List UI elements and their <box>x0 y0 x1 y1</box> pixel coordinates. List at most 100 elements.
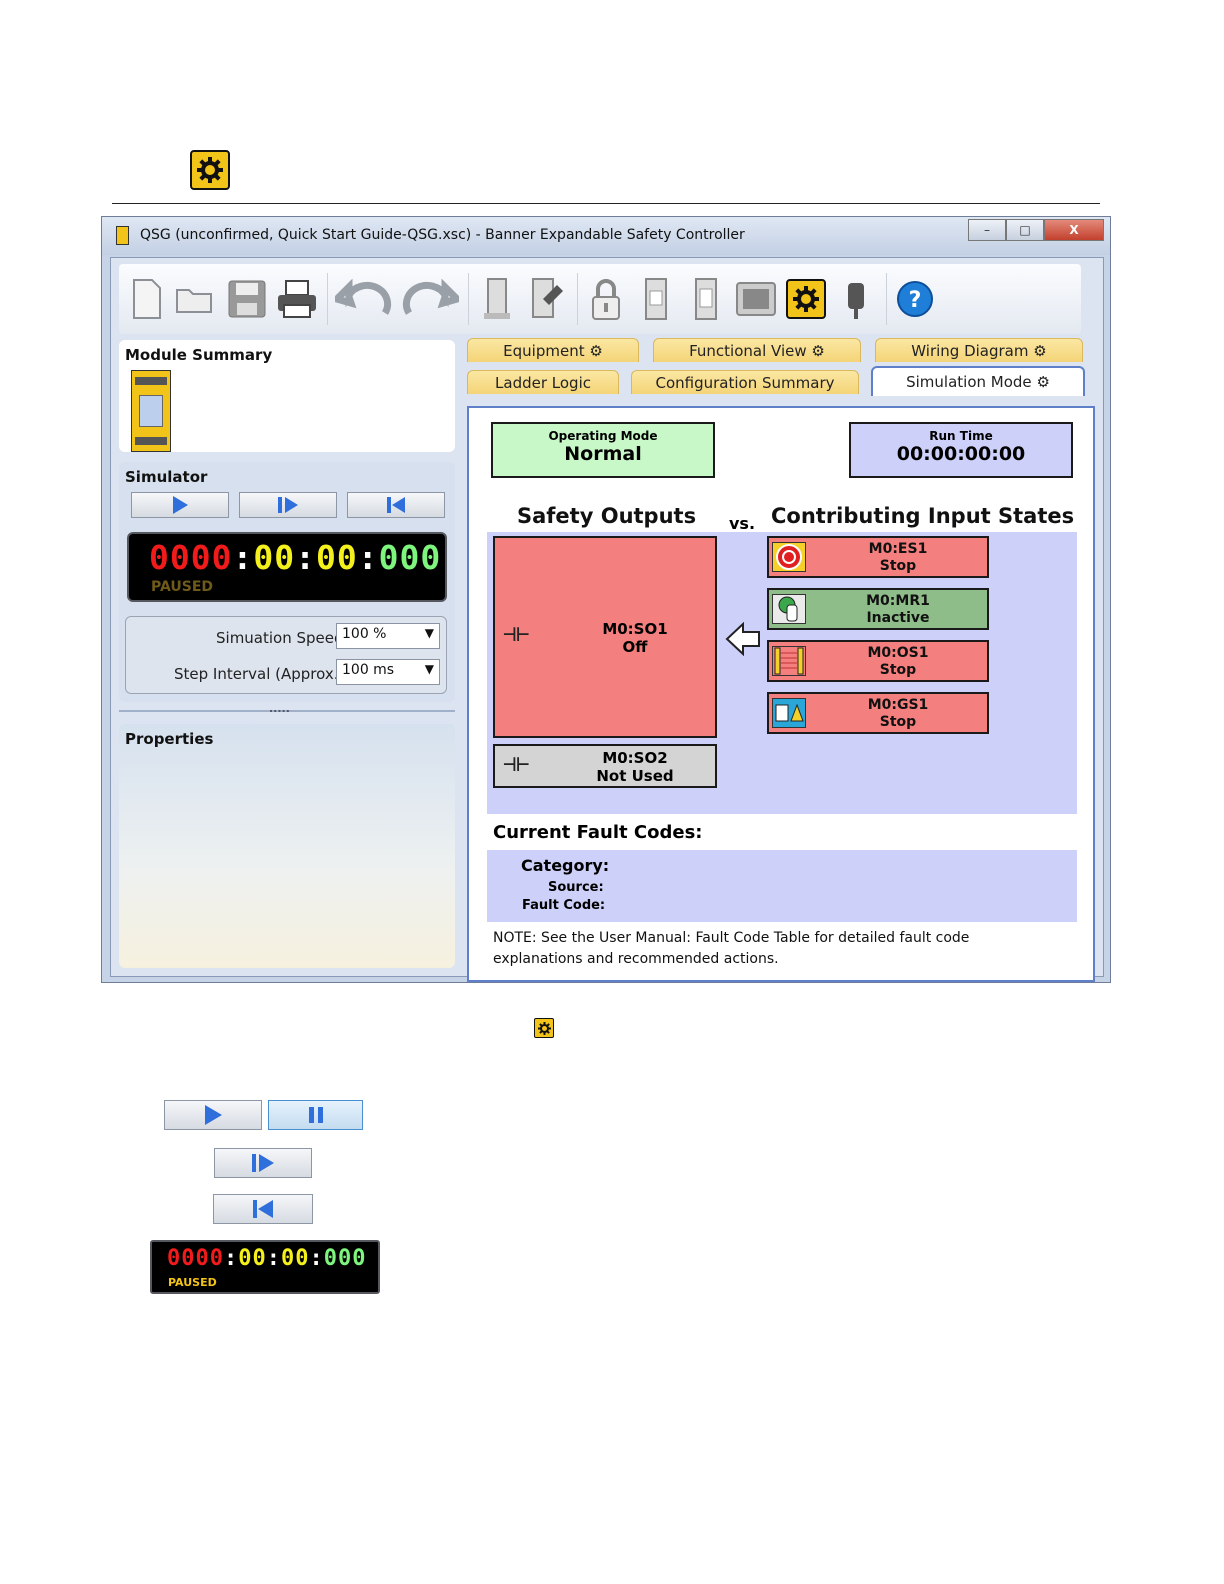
tab-simulation-mode[interactable]: Simulation Mode ⚙ <box>871 366 1085 396</box>
contact-icon: ⊣⊢ <box>503 752 530 777</box>
light-curtain-icon <box>772 646 806 676</box>
input-name: M0:MR1 <box>866 593 930 609</box>
skip-back-icon <box>253 1200 273 1218</box>
operating-mode-box: Operating Mode Normal <box>491 422 715 478</box>
category-label: Category: <box>521 856 610 875</box>
save-icon[interactable] <box>225 275 269 323</box>
interval-value: 100 ms <box>342 662 395 678</box>
probe-icon[interactable] <box>834 275 878 323</box>
run-time-value: 00:00:00:00 <box>896 443 1026 465</box>
safety-output-so2[interactable]: ⊣⊢ M0:SO2 Not Used <box>493 744 717 788</box>
undo-icon[interactable] <box>334 275 394 323</box>
tab-equipment[interactable]: Equipment ⚙ <box>467 338 639 362</box>
minimize-button[interactable]: – <box>968 219 1006 241</box>
print-icon[interactable] <box>275 275 319 323</box>
simulation-gear-icon <box>190 150 230 190</box>
step-button[interactable] <box>239 492 337 518</box>
reset-button[interactable] <box>347 492 445 518</box>
tab-label: Equipment <box>503 341 585 360</box>
toolbar: ? <box>119 264 1081 334</box>
clock-separator: : <box>309 1246 324 1271</box>
clock-ms: 000 <box>378 538 442 577</box>
inspect-icon[interactable] <box>525 275 569 323</box>
speed-label: Simuation Speed <box>216 629 344 647</box>
input-es1[interactable]: M0:ES1 Stop <box>767 536 989 578</box>
window-title: QSG (unconfirmed, Quick Start Guide-QSG.… <box>140 227 745 243</box>
close-button[interactable]: X <box>1044 219 1104 241</box>
splitter-grip[interactable]: ..... <box>269 702 290 715</box>
simulation-content: Operating Mode Normal Run Time 00:00:00:… <box>467 406 1095 982</box>
module-image[interactable] <box>131 370 171 452</box>
input-gs1[interactable]: M0:GS1 Stop <box>767 692 989 734</box>
tab-configuration-summary[interactable]: Configuration Summary <box>631 370 859 394</box>
simulation-gear-toolbar-icon[interactable] <box>784 275 828 323</box>
toolbar-separator <box>327 273 328 325</box>
interval-select[interactable]: 100 ms ▼ <box>336 659 440 685</box>
clock-counter: 0000 <box>167 1246 224 1271</box>
clock-hours: 00 <box>253 538 296 577</box>
play-icon <box>205 1105 222 1125</box>
skip-back-icon <box>387 497 405 513</box>
chevron-down-icon: ▼ <box>424 626 434 640</box>
emergency-stop-icon <box>772 542 806 572</box>
tab-wiring-diagram[interactable]: Wiring Diagram ⚙ <box>875 338 1083 362</box>
input-mr1[interactable]: M0:MR1 Inactive <box>767 588 989 630</box>
speed-select[interactable]: 100 % ▼ <box>336 623 440 649</box>
manual-reset-icon <box>772 594 806 624</box>
fault-codes-box: Category: Source: Fault Code: <box>487 850 1077 922</box>
module-icon[interactable] <box>475 275 519 323</box>
help-icon[interactable]: ? <box>893 275 937 323</box>
contact-icon: ⊣⊢ <box>503 622 530 647</box>
clock-separator: : <box>223 1246 239 1271</box>
gate-switch-icon <box>772 698 806 728</box>
module-summary-panel: Module Summary <box>119 340 455 452</box>
fault-code-label: Fault Code: <box>522 898 606 913</box>
relay-module-icon[interactable] <box>684 275 728 323</box>
simulator-title: Simulator <box>125 468 208 486</box>
tab-functional-view[interactable]: Functional View ⚙ <box>653 338 861 362</box>
gear-icon: ⚙ <box>1036 373 1050 391</box>
pause-icon <box>308 1107 323 1123</box>
clock-digits: 0000:00:00:000 <box>149 538 441 577</box>
clock-minutes: 00 <box>280 1246 310 1271</box>
play-icon <box>173 496 188 514</box>
output-name: M0:SO2 <box>602 749 668 767</box>
gear-icon: ⚙ <box>811 341 825 360</box>
window-body: ? Module Summary Simulator 0000:00:00:00… <box>110 257 1104 982</box>
operating-mode-value: Normal <box>564 443 642 465</box>
app-icon <box>116 226 129 245</box>
display-icon[interactable] <box>734 275 778 323</box>
clock-status: PAUSED <box>168 1276 217 1289</box>
gear-icon: ⚙ <box>1033 341 1047 360</box>
operating-mode-label: Operating Mode <box>548 429 658 443</box>
new-icon[interactable] <box>125 275 169 323</box>
io-module-icon[interactable] <box>634 275 678 323</box>
input-os1[interactable]: M0:OS1 Stop <box>767 640 989 682</box>
open-icon[interactable] <box>175 275 219 323</box>
window-controls: – □ X <box>968 219 1104 241</box>
redo-icon[interactable] <box>400 275 460 323</box>
module-summary-title: Module Summary <box>125 346 273 364</box>
simulation-clock: 0000:00:00:000 PAUSED <box>127 532 447 602</box>
safety-output-so1[interactable]: ⊣⊢ M0:SO1 Off <box>493 536 717 738</box>
vs-label: vs. <box>729 514 756 533</box>
app-window: QSG (unconfirmed, Quick Start Guide-QSG.… <box>101 216 1111 983</box>
clock-ms: 000 <box>323 1246 367 1271</box>
divider-rule <box>112 203 1100 204</box>
tab-ladder-logic[interactable]: Ladder Logic <box>467 370 619 394</box>
input-name: M0:GS1 <box>867 697 929 713</box>
arrow-left-icon <box>725 621 761 660</box>
clock-separator: : <box>232 538 254 577</box>
clock-minutes: 00 <box>315 538 358 577</box>
output-name: M0:SO1 <box>602 620 668 638</box>
maximize-button[interactable]: □ <box>1006 219 1044 241</box>
main-area: Equipment ⚙ Functional View ⚙ Wiring Dia… <box>467 338 1095 982</box>
lock-icon[interactable] <box>584 275 628 323</box>
legend-step-button <box>214 1148 312 1178</box>
svg-text:?: ? <box>909 288 922 313</box>
run-button[interactable] <box>131 492 229 518</box>
step-icon <box>252 1154 274 1172</box>
tab-label: Ladder Logic <box>495 373 591 392</box>
legend-reset-button <box>213 1194 313 1224</box>
clock-separator: : <box>357 538 379 577</box>
